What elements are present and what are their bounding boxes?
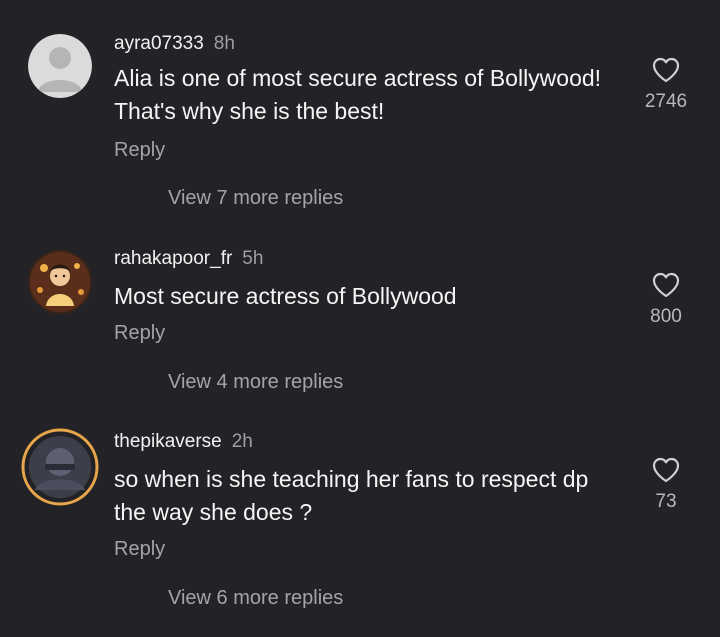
like-count: 2746 bbox=[644, 91, 688, 112]
username[interactable]: rahakapoor_fr bbox=[114, 248, 232, 269]
username[interactable]: thepikaverse bbox=[114, 431, 222, 452]
heart-outline-icon[interactable] bbox=[652, 272, 680, 298]
timestamp: 5h bbox=[242, 248, 264, 269]
comment-meta: ayra07333 8h bbox=[114, 33, 235, 55]
like-count: 73 bbox=[655, 491, 677, 512]
avatar[interactable] bbox=[28, 34, 92, 98]
like-count: 800 bbox=[650, 306, 682, 327]
view-more-replies-button[interactable]: View 7 more replies bbox=[168, 187, 343, 210]
reply-button[interactable]: Reply bbox=[114, 139, 165, 162]
view-more-replies-button[interactable]: View 4 more replies bbox=[168, 371, 343, 394]
heart-outline-icon[interactable] bbox=[652, 457, 680, 483]
comment-text: Most secure actress of Bollywood bbox=[114, 283, 457, 309]
timestamp: 2h bbox=[231, 431, 253, 452]
reply-button[interactable]: Reply bbox=[114, 322, 165, 345]
comment-text: Alia is one of most secure actress of Bo… bbox=[114, 65, 602, 124]
like-control: 73 bbox=[636, 457, 696, 513]
heart-outline-icon[interactable] bbox=[652, 57, 680, 83]
username[interactable]: ayra07333 bbox=[114, 33, 204, 54]
view-more-replies-button[interactable]: View 6 more replies bbox=[168, 587, 343, 610]
timestamp: 8h bbox=[213, 33, 235, 54]
comment-meta: thepikaverse 2h bbox=[114, 431, 253, 453]
comments-screen: ayra07333 8h Alia is one of most secure a… bbox=[0, 0, 720, 637]
avatar[interactable] bbox=[21, 428, 99, 506]
story-ring-avatar-icon bbox=[21, 428, 99, 506]
reply-button[interactable]: Reply bbox=[114, 538, 165, 561]
illustrated-profile-avatar-icon bbox=[28, 250, 92, 314]
comment-meta: rahakapoor_fr 5h bbox=[114, 248, 263, 270]
like-control: 800 bbox=[636, 272, 696, 328]
default-user-avatar-icon bbox=[28, 34, 92, 98]
comment-text: so when is she teaching her fans to resp… bbox=[114, 466, 589, 525]
avatar[interactable] bbox=[28, 250, 92, 314]
like-control: 2746 bbox=[636, 57, 696, 113]
